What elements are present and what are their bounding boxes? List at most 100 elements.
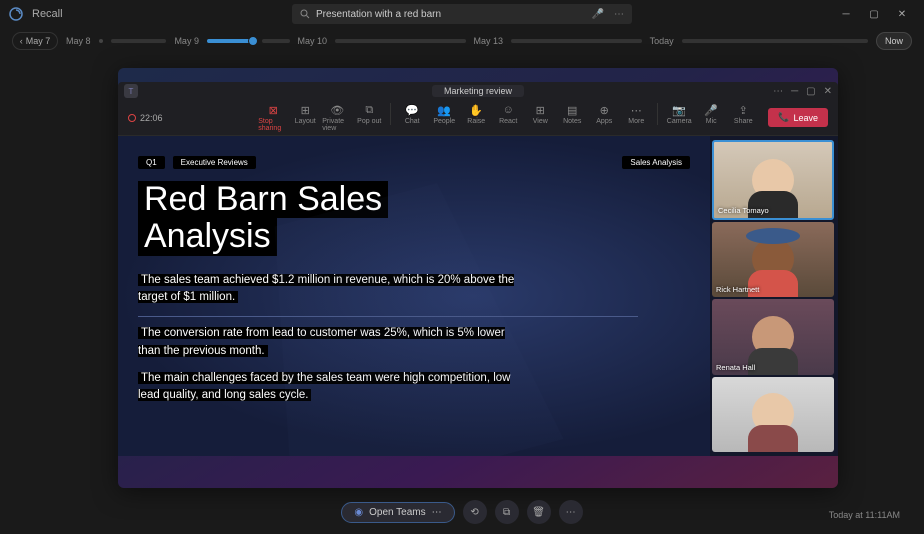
record-icon: [128, 114, 136, 122]
delete-button[interactable]: 🗑: [527, 500, 551, 524]
share-icon: ⇪: [739, 103, 748, 117]
participants-panel: Cecilia Tomayo Rick Hartnett Renata Hall: [710, 136, 838, 456]
minimize-button[interactable]: ─: [832, 0, 860, 28]
share-button[interactable]: ⇪Share: [728, 103, 758, 132]
search-more-icon[interactable]: ⋯: [614, 9, 624, 20]
private-view-button[interactable]: 👁Private view: [322, 103, 352, 132]
tool-label: View: [533, 118, 548, 125]
chat-button[interactable]: 💬Chat: [397, 103, 427, 132]
tool-label: People: [433, 118, 455, 125]
participant-tile[interactable]: [712, 377, 834, 453]
slide-title-line: Red Barn Sales: [138, 181, 388, 218]
apps-button[interactable]: ⊕Apps: [589, 103, 619, 132]
slide-tag-topic: Sales Analysis: [622, 156, 690, 169]
close-button[interactable]: ✕: [888, 0, 916, 28]
participant-name: Rick Hartnett: [716, 285, 759, 294]
tool-label: Layout: [295, 118, 316, 125]
trash-icon: 🗑: [532, 507, 545, 518]
plus-icon: ⊕: [600, 103, 609, 117]
refresh-icon: ⟲: [470, 507, 478, 518]
mic-button[interactable]: 🎤Mic: [696, 103, 726, 132]
teams-app-icon: T: [124, 84, 138, 98]
action-bar: ◉ Open Teams ⋯ ⟲ ⧉ 🗑 ⋯: [0, 500, 924, 524]
teams-titlebar: T Marketing review ⋯ ─ ▢ ✕: [118, 82, 838, 100]
tool-label: Apps: [596, 118, 612, 125]
view-button[interactable]: ⊞View: [525, 103, 555, 132]
app-name: Recall: [32, 8, 63, 20]
raise-button[interactable]: ✋Raise: [461, 103, 491, 132]
timeline-segment[interactable]: [262, 39, 290, 43]
teams-minimize-button[interactable]: ─: [791, 86, 798, 97]
timeline-segment[interactable]: [682, 39, 868, 43]
notes-icon: ▤: [567, 103, 577, 117]
leave-label: Leave: [793, 113, 818, 123]
tool-label: Pop out: [357, 118, 381, 125]
phone-icon: 📞: [778, 112, 789, 123]
grid-icon: ⊞: [536, 103, 545, 117]
recall-app-icon: [8, 6, 24, 22]
recording-time: 22:06: [140, 113, 163, 123]
participant-tile[interactable]: Cecilia Tomayo: [712, 140, 834, 220]
tool-label: Share: [734, 118, 753, 125]
search-input[interactable]: [316, 9, 586, 20]
open-teams-button[interactable]: ◉ Open Teams ⋯: [341, 502, 454, 523]
participant-tile[interactable]: Rick Hartnett: [712, 222, 834, 298]
tool-label: React: [499, 118, 517, 125]
teams-maximize-button[interactable]: ▢: [806, 86, 815, 97]
maximize-button[interactable]: ▢: [860, 0, 888, 28]
tool-label: More: [628, 118, 644, 125]
slide-paragraph: The conversion rate from lead to custome…: [138, 325, 518, 360]
layout-button[interactable]: ⊞Layout: [290, 103, 320, 132]
stop-sharing-button[interactable]: ⊠Stop sharing: [258, 103, 288, 132]
timeline-segment[interactable]: [511, 39, 642, 43]
recall-preview-window: T Marketing review ⋯ ─ ▢ ✕ 22:06 ⊠Stop s…: [118, 68, 838, 488]
snapshot-timestamp: Today at 11:11AM: [829, 510, 900, 520]
more-icon: ⋯: [631, 103, 642, 117]
mic-icon[interactable]: 🎤: [592, 9, 604, 20]
teams-toolbar: 22:06 ⊠Stop sharing ⊞Layout 👁Private vie…: [118, 100, 838, 136]
timeline-segment[interactable]: [335, 39, 466, 43]
open-label: Open Teams: [369, 507, 426, 518]
timeline-segment[interactable]: [111, 39, 167, 43]
people-button[interactable]: 👥People: [429, 103, 459, 132]
slide-divider: [138, 316, 638, 317]
timeline-active-segment[interactable]: [207, 39, 254, 43]
layout-icon: ⊞: [301, 103, 310, 117]
teams-close-button[interactable]: ✕: [824, 86, 832, 97]
more-icon[interactable]: ⋯: [432, 507, 442, 518]
mic-icon: 🎤: [704, 103, 718, 117]
search-icon: [300, 9, 310, 19]
teams-window: T Marketing review ⋯ ─ ▢ ✕ 22:06 ⊠Stop s…: [118, 82, 838, 456]
timeline-segment[interactable]: [99, 39, 103, 43]
recording-indicator: 22:06: [128, 113, 163, 123]
timeline-thumb[interactable]: [248, 36, 258, 46]
notes-button[interactable]: ▤Notes: [557, 103, 587, 132]
leave-button[interactable]: 📞 Leave: [768, 108, 828, 127]
overflow-button[interactable]: ⋯: [559, 500, 583, 524]
tool-label: Mic: [706, 118, 717, 125]
slide-title-line: Analysis: [138, 218, 277, 255]
more-icon: ⋯: [566, 507, 576, 518]
timeline-day-label: Today: [650, 36, 674, 46]
copy-button[interactable]: ⧉: [495, 500, 519, 524]
teams-icon: ◉: [354, 507, 363, 518]
timeline-back-button[interactable]: ‹ May 7: [12, 32, 58, 50]
tool-label: Camera: [667, 118, 692, 125]
refresh-button[interactable]: ⟲: [463, 500, 487, 524]
more-button[interactable]: ⋯More: [621, 103, 651, 132]
search-bar[interactable]: 🎤 ⋯: [292, 4, 632, 24]
copy-icon: ⧉: [503, 507, 510, 518]
timeline-back-label: May 7: [26, 36, 51, 46]
slide-tag-section: Executive Reviews: [173, 156, 256, 169]
popout-icon: ⧉: [365, 103, 373, 117]
teams-meeting-title: Marketing review: [432, 85, 524, 97]
timeline-now-button[interactable]: Now: [876, 32, 912, 50]
teams-more-icon[interactable]: ⋯: [773, 86, 783, 97]
popout-button[interactable]: ⧉Pop out: [354, 103, 384, 132]
slide-tag-quarter: Q1: [138, 156, 165, 169]
camera-button[interactable]: 📷Camera: [664, 103, 694, 132]
react-button[interactable]: ☺React: [493, 103, 523, 132]
slide-paragraph: The sales team achieved $1.2 million in …: [138, 272, 518, 307]
tool-label: Private view: [322, 118, 352, 132]
participant-tile[interactable]: Renata Hall: [712, 299, 834, 375]
